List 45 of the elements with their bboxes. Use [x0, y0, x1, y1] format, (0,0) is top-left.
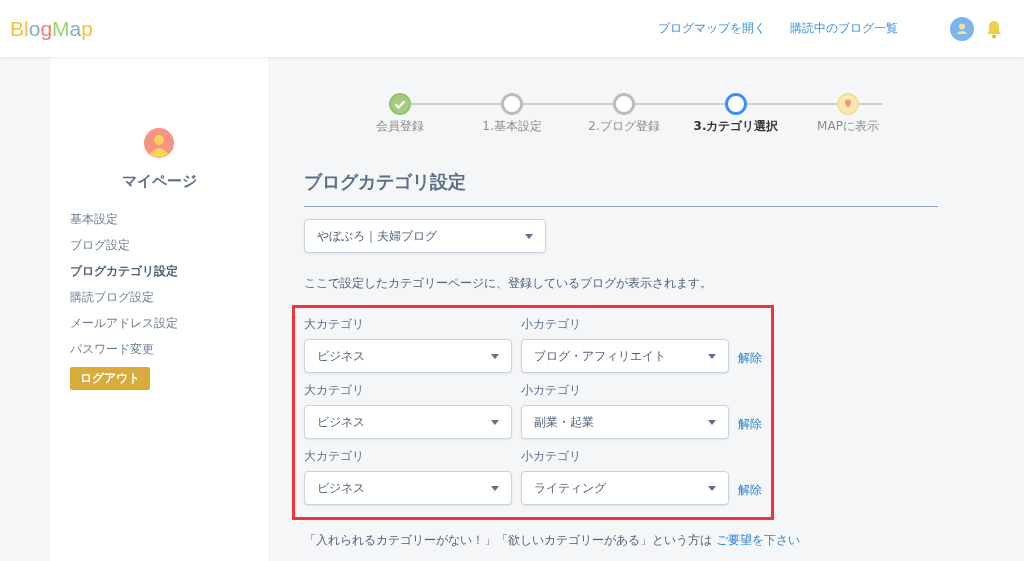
sidebar-item[interactable]: パスワード変更 — [70, 341, 154, 357]
sidebar-item[interactable]: ブログカテゴリ設定 — [70, 263, 178, 279]
bell-icon[interactable] — [984, 18, 1004, 39]
caret-icon — [708, 353, 716, 359]
step-label: 会員登録 — [376, 118, 424, 135]
user-avatar-icon[interactable] — [950, 16, 974, 41]
step-label: 1.基本設定 — [482, 118, 542, 135]
field-label: 小カテゴリ — [521, 448, 581, 465]
remove-link[interactable]: 解除 — [738, 416, 762, 433]
minor-category-dropdown[interactable]: 副業・起業 — [521, 405, 729, 439]
nav-link[interactable]: ブログマップを開く — [658, 20, 766, 37]
user-avatar-icon — [144, 128, 174, 158]
field-label: 小カテゴリ — [521, 382, 581, 399]
sidebar-item[interactable]: メールアドレス設定 — [70, 315, 178, 331]
blog-dropdown[interactable]: やぼぶろ｜夫婦ブログ — [304, 219, 546, 253]
request-link[interactable]: ご要望を下さい — [716, 533, 800, 547]
minor-category-dropdown[interactable]: ライティング — [521, 471, 729, 505]
field-label: 大カテゴリ — [304, 382, 364, 399]
request-note: 「入れられるカテゴリーがない！」「欲しいカテゴリーがある」という方は ご要望を下さい — [304, 532, 801, 549]
major-category-dropdown[interactable]: ビジネス — [304, 471, 512, 505]
field-label: 大カテゴリ — [304, 316, 364, 333]
description-text: ここで設定したカテゴリーページに、登録しているブログが表示されます。 — [304, 275, 713, 292]
sidebar-title: マイページ — [121, 172, 197, 191]
minor-category-dropdown[interactable]: ブログ・アフィリエイト — [521, 339, 729, 373]
remove-link[interactable]: 解除 — [738, 350, 762, 367]
field-label: 大カテゴリ — [304, 448, 364, 465]
caret-icon — [525, 233, 533, 239]
step-label: MAPに表示 — [817, 118, 879, 135]
major-category-dropdown[interactable]: ビジネス — [304, 405, 512, 439]
sidebar-item[interactable]: 基本設定 — [70, 211, 118, 227]
step-label: 3.カテゴリ選択 — [693, 118, 779, 135]
sidebar-item[interactable]: ブログ設定 — [70, 237, 130, 253]
caret-icon — [491, 353, 499, 359]
page-title: ブログカテゴリ設定 — [304, 170, 938, 207]
major-category-dropdown[interactable]: ビジネス — [304, 339, 512, 373]
field-label: 小カテゴリ — [521, 316, 581, 333]
caret-icon — [491, 419, 499, 425]
nav-link[interactable]: 購読中のブログ一覧 — [790, 20, 898, 37]
step-label: 2.ブログ登録 — [588, 118, 660, 135]
caret-icon — [708, 419, 716, 425]
caret-icon — [491, 485, 499, 491]
caret-icon — [708, 485, 716, 491]
sidebar-item[interactable]: 購読ブログ設定 — [70, 289, 154, 305]
remove-link[interactable]: 解除 — [738, 482, 762, 499]
logo[interactable]: BlogMap — [10, 16, 93, 41]
